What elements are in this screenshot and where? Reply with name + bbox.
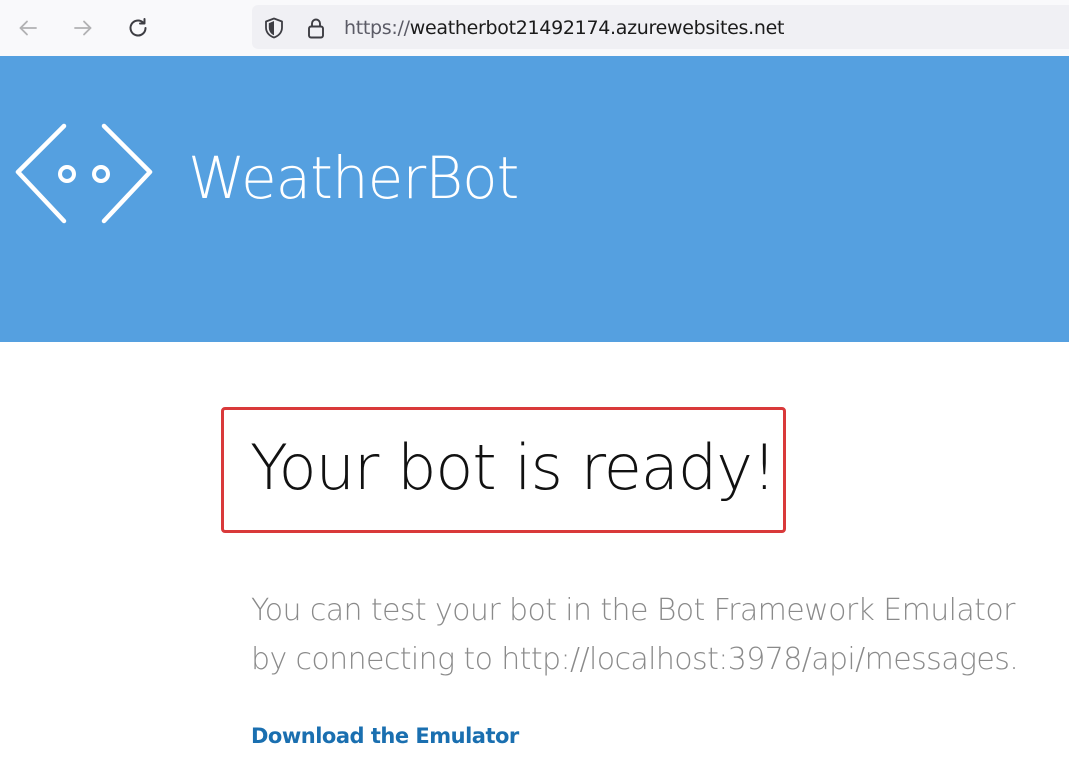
instructions-line-1: You can test your bot in the Bot Framewo… bbox=[251, 593, 1015, 628]
instructions-line-2: by connecting to http://localhost:3978/a… bbox=[251, 642, 1019, 677]
download-emulator-link[interactable]: Download the Emulator bbox=[251, 722, 519, 750]
lock-icon[interactable] bbox=[304, 16, 328, 40]
url-text[interactable]: https://weatherbot21492174.azurewebsites… bbox=[344, 17, 784, 39]
reload-icon bbox=[126, 16, 150, 40]
arrow-right-icon bbox=[71, 16, 95, 40]
instructions-text: You can test your bot in the Bot Framewo… bbox=[251, 586, 1069, 684]
back-button[interactable] bbox=[12, 12, 44, 44]
address-bar[interactable]: https://weatherbot21492174.azurewebsites… bbox=[252, 5, 1069, 49]
shield-icon[interactable] bbox=[262, 16, 286, 40]
header-banner bbox=[0, 56, 1069, 342]
bot-name-heading: WeatherBot bbox=[188, 144, 519, 212]
url-host: weatherbot21492174.azurewebsites.net bbox=[409, 17, 785, 39]
bot-face-icon bbox=[14, 122, 154, 230]
page-title: Your bot is ready! bbox=[250, 431, 777, 504]
url-scheme: https:// bbox=[344, 17, 410, 39]
forward-button[interactable] bbox=[67, 12, 99, 44]
arrow-left-icon bbox=[16, 16, 40, 40]
browser-toolbar: https://weatherbot21492174.azurewebsites… bbox=[0, 0, 1069, 56]
reload-button[interactable] bbox=[122, 12, 154, 44]
